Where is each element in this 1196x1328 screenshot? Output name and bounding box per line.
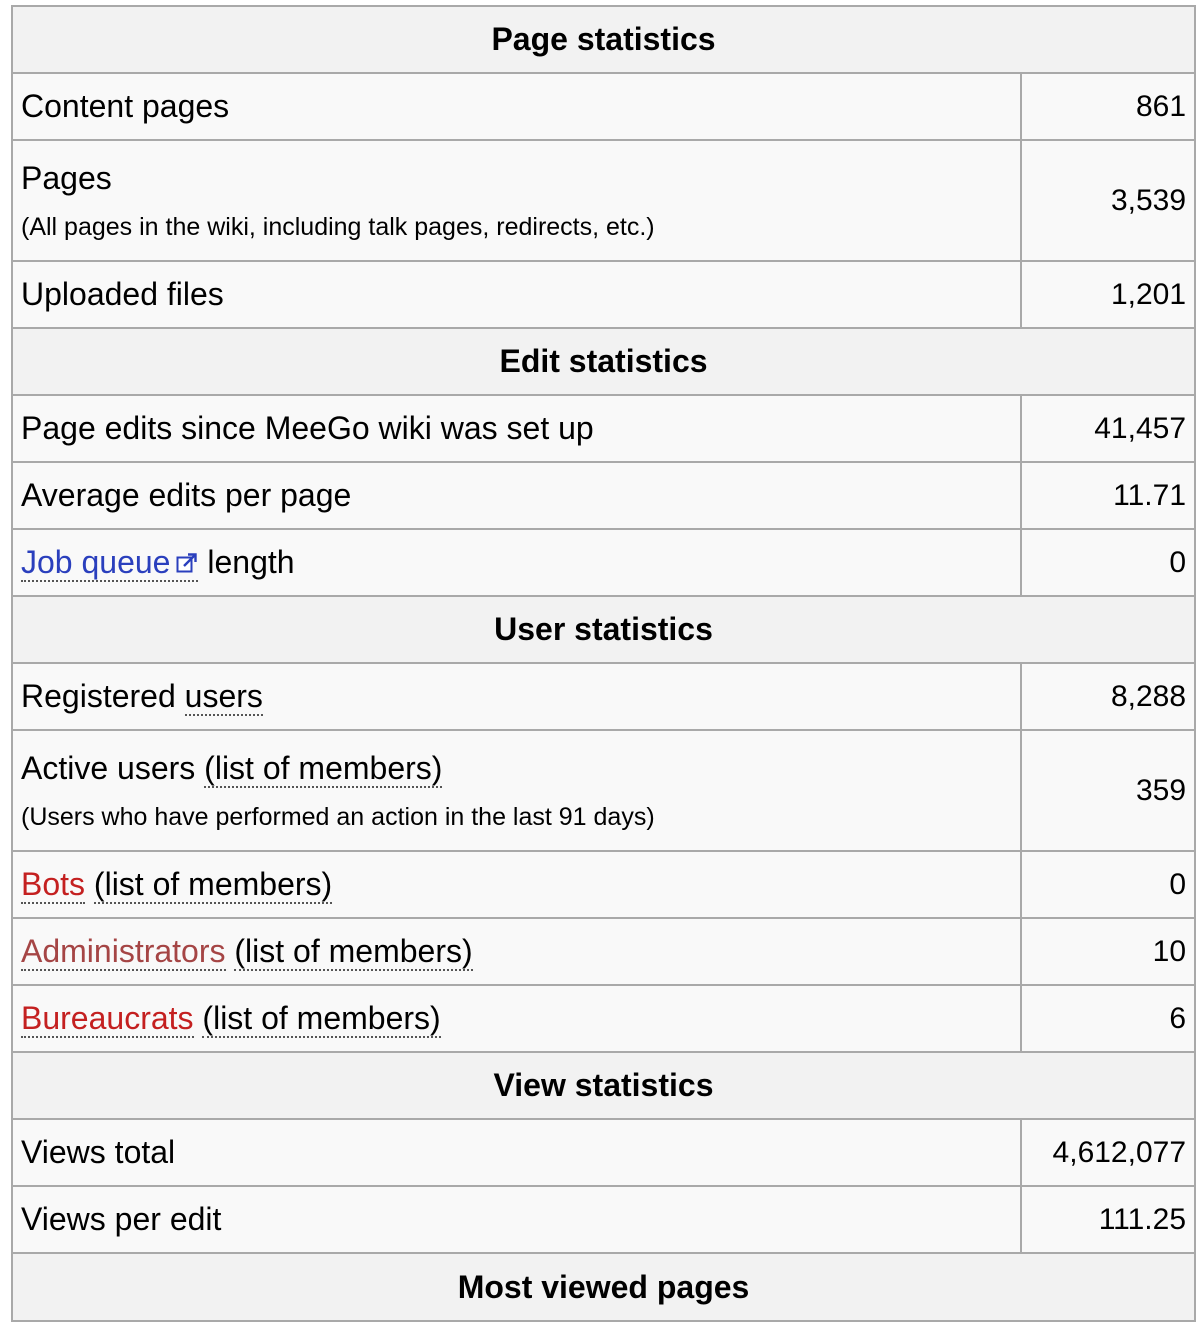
stat-label-page-edits: Page edits since MeeGo wiki was set up (11, 394, 1022, 463)
bureaucrats-list-link[interactable]: (list of members) (202, 1000, 441, 1039)
bureaucrats-link[interactable]: Bureaucrats (21, 1000, 194, 1039)
statistics-table: Page statistics Content pages 861 Pages … (10, 5, 1196, 1322)
stat-label-bureaucrats-cell: Bureaucrats (list of members) (11, 984, 1022, 1053)
stat-label-bots-cell: Bots (list of members) (11, 850, 1022, 919)
stat-label-avg-edits: Average edits per page (11, 461, 1022, 530)
section-title-user: User statistics (10, 595, 1196, 664)
stat-value-active-users: 359 (1019, 729, 1196, 852)
stat-label-active-cell: Active users (list of members) (Users wh… (11, 729, 1022, 852)
active-users-list-link[interactable]: (list of members) (204, 750, 443, 789)
stat-label-uploaded-files: Uploaded files (11, 260, 1022, 329)
section-header-view: View statistics (10, 1051, 1196, 1120)
stat-row-content-pages: Content pages 861 (11, 72, 1196, 141)
section-title-edit: Edit statistics (10, 327, 1196, 396)
statistics-page: Page statistics Content pages 861 Pages … (0, 0, 1196, 1328)
job-queue-link[interactable]: Job queue (21, 544, 199, 583)
stat-value-uploaded-files: 1,201 (1019, 260, 1196, 329)
stat-label-views-total: Views total (11, 1118, 1022, 1187)
stat-value-registered-users: 8,288 (1019, 662, 1196, 731)
job-queue-link-text: Job queue (21, 544, 171, 581)
stat-value-views-per-edit: 111.25 (1019, 1185, 1196, 1254)
stat-label-pages: Pages (21, 160, 112, 197)
stat-row-views-total: Views total 4,612,077 (11, 1118, 1196, 1187)
stat-label-job-queue-cell: Job queue length (11, 528, 1022, 597)
stat-row-registered-users: Registered users 8,288 (11, 662, 1196, 731)
stat-value-bureaucrats: 6 (1019, 984, 1196, 1053)
stat-value-views-total: 4,612,077 (1019, 1118, 1196, 1187)
stat-row-pages: Pages (All pages in the wiki, including … (11, 139, 1196, 262)
stat-value-pages: 3,539 (1019, 139, 1196, 262)
stat-value-content-pages: 861 (1019, 72, 1196, 141)
administrators-link[interactable]: Administrators (21, 933, 226, 972)
stat-value-job-queue: 0 (1019, 528, 1196, 597)
section-header-edit: Edit statistics (10, 327, 1196, 396)
stat-value-bots: 0 (1019, 850, 1196, 919)
job-queue-suffix: length (198, 544, 295, 581)
stat-row-bots: Bots (list of members) 0 (11, 850, 1196, 919)
stat-label-administrators-cell: Administrators (list of members) (11, 917, 1022, 986)
administrators-list-link[interactable]: (list of members) (234, 933, 473, 972)
stat-note-pages: (All pages in the wiki, including talk p… (21, 212, 655, 241)
stat-label-registered-cell: Registered users (11, 662, 1022, 731)
stat-label-pages-cell: Pages (All pages in the wiki, including … (11, 139, 1022, 262)
section-title-most-viewed: Most viewed pages (10, 1252, 1196, 1322)
stat-value-avg-edits: 11.71 (1019, 461, 1196, 530)
section-header-user: User statistics (10, 595, 1196, 664)
stat-label-content-pages: Content pages (11, 72, 1022, 141)
section-header-most-viewed: Most viewed pages (10, 1252, 1196, 1322)
section-title-view: View statistics (10, 1051, 1196, 1120)
stat-value-page-edits: 41,457 (1019, 394, 1196, 463)
stat-label-views-per-edit: Views per edit (11, 1185, 1022, 1254)
stat-row-active-users: Active users (list of members) (Users wh… (11, 729, 1196, 852)
stat-row-bureaucrats: Bureaucrats (list of members) 6 (11, 984, 1196, 1053)
external-link-icon (176, 552, 198, 574)
stat-row-views-per-edit: Views per edit 111.25 (11, 1185, 1196, 1254)
stat-note-active-users: (Users who have performed an action in t… (21, 802, 655, 831)
stat-value-administrators: 10 (1019, 917, 1196, 986)
users-link[interactable]: users (184, 678, 263, 717)
stat-label-registered-prefix: Registered (21, 678, 185, 715)
stat-row-job-queue: Job queue length 0 (11, 528, 1196, 597)
stat-row-uploaded-files: Uploaded files 1,201 (11, 260, 1196, 329)
stat-row-page-edits: Page edits since MeeGo wiki was set up 4… (11, 394, 1196, 463)
stat-row-avg-edits: Average edits per page 11.71 (11, 461, 1196, 530)
bots-list-link[interactable]: (list of members) (93, 866, 333, 905)
stat-label-active-prefix: Active users (21, 750, 205, 787)
section-header-page: Page statistics (10, 5, 1196, 74)
bots-link[interactable]: Bots (21, 866, 86, 905)
stat-row-administrators: Administrators (list of members) 10 (11, 917, 1196, 986)
section-title-page: Page statistics (10, 5, 1196, 74)
